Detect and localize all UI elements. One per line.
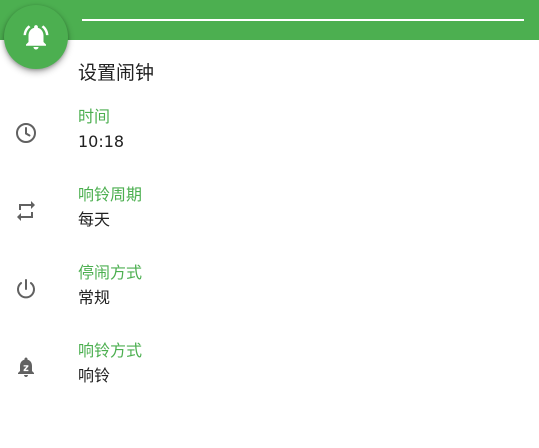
alarm-fab-button[interactable] xyxy=(4,5,68,69)
setting-repeat-value: 每天 xyxy=(78,210,111,229)
setting-ring-method-value: 响铃 xyxy=(78,366,111,385)
setting-stop-method-label: 停闹方式 xyxy=(78,263,143,282)
setting-repeat[interactable]: 响铃周期 每天 xyxy=(0,184,539,258)
setting-repeat-label: 响铃周期 xyxy=(78,185,143,204)
app-bar xyxy=(0,0,539,40)
snooze-bell-icon xyxy=(13,354,39,380)
page-title: 设置闹钟 xyxy=(78,62,155,84)
setting-stop-method[interactable]: 停闹方式 常规 xyxy=(0,262,539,336)
setting-ring-method-label: 响铃方式 xyxy=(78,341,143,360)
power-icon xyxy=(13,276,39,302)
alarm-bell-icon xyxy=(23,25,49,50)
title-input-underline[interactable] xyxy=(82,19,524,21)
setting-time[interactable]: 时间 10:18 xyxy=(0,106,539,180)
setting-time-value: 10:18 xyxy=(78,132,125,151)
setting-stop-method-value: 常规 xyxy=(78,288,111,307)
clock-icon xyxy=(13,120,39,146)
setting-time-label: 时间 xyxy=(78,107,111,126)
setting-ring-method[interactable]: 响铃方式 响铃 xyxy=(0,340,539,414)
repeat-icon xyxy=(13,198,39,224)
